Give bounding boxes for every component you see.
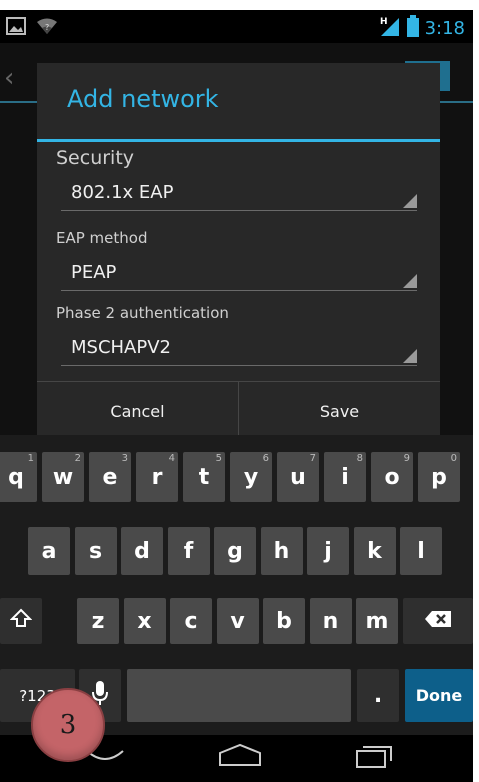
dialog-title: Add network xyxy=(67,85,219,113)
title-divider xyxy=(37,139,440,142)
signal-icon: H xyxy=(379,15,401,41)
key-n[interactable]: n xyxy=(309,598,352,644)
key-o[interactable]: o9 xyxy=(371,452,413,502)
phase2-label: Phase 2 authentication xyxy=(56,304,229,322)
key-m[interactable]: m xyxy=(356,598,398,644)
phone-screen: ? H 3:18 ‹ Add network Security 802.1x E… xyxy=(0,10,473,782)
key-w[interactable]: w2 xyxy=(42,452,84,502)
key-p[interactable]: p0 xyxy=(418,452,460,502)
home-icon[interactable] xyxy=(218,743,262,771)
key-letter: e xyxy=(102,464,118,490)
key-letter: p xyxy=(431,464,447,490)
svg-text:H: H xyxy=(380,17,388,27)
key-number-hint: 4 xyxy=(168,453,175,464)
security-spinner[interactable]: 802.1x EAP xyxy=(61,178,417,211)
key-number-hint: 3 xyxy=(121,453,128,464)
key-number-hint: 0 xyxy=(450,453,457,464)
key-e[interactable]: e3 xyxy=(89,452,131,502)
key-letter: i xyxy=(341,464,349,490)
key-u[interactable]: u7 xyxy=(277,452,319,502)
phase2-spinner[interactable]: MSCHAPV2 xyxy=(61,333,417,366)
key-number-hint: 5 xyxy=(215,453,222,464)
add-network-dialog: Add network Security 802.1x EAP EAP meth… xyxy=(37,63,440,440)
key-letter: r xyxy=(151,464,163,490)
key-letter: y xyxy=(243,464,259,490)
recent-apps-icon[interactable] xyxy=(355,743,395,773)
clock: 3:18 xyxy=(424,17,465,39)
key-t[interactable]: t5 xyxy=(183,452,225,502)
status-left-icons: ? xyxy=(6,17,58,39)
phase2-value: MSCHAPV2 xyxy=(71,337,171,358)
cancel-button[interactable]: Cancel xyxy=(37,382,239,440)
status-bar: ? H 3:18 xyxy=(0,10,473,43)
shift-icon xyxy=(9,607,33,635)
key-letter: q xyxy=(8,464,24,490)
key-letter: u xyxy=(290,464,306,490)
key-k[interactable]: k xyxy=(353,527,396,575)
key-i[interactable]: i8 xyxy=(324,452,366,502)
dropdown-triangle-icon xyxy=(403,349,417,363)
battery-icon xyxy=(406,15,419,41)
eap-method-value: PEAP xyxy=(71,262,117,283)
key-l[interactable]: l xyxy=(400,527,442,575)
dialog-button-row: Cancel Save xyxy=(37,381,440,440)
key-number-hint: 7 xyxy=(309,453,316,464)
key-number-hint: 8 xyxy=(356,453,363,464)
key-letter: o xyxy=(384,464,400,490)
key-g[interactable]: g xyxy=(214,527,256,575)
key-q[interactable]: q1 xyxy=(0,452,37,502)
svg-text:?: ? xyxy=(45,23,49,32)
security-value: 802.1x EAP xyxy=(71,182,174,203)
period-key[interactable]: . xyxy=(357,669,399,722)
key-r[interactable]: r4 xyxy=(136,452,178,502)
key-j[interactable]: j xyxy=(307,527,349,575)
backspace-key[interactable] xyxy=(403,598,473,644)
key-letter: w xyxy=(52,464,74,490)
key-y[interactable]: y6 xyxy=(230,452,272,502)
key-letter: t xyxy=(198,464,210,490)
key-d[interactable]: d xyxy=(121,527,163,575)
key-number-hint: 2 xyxy=(74,453,81,464)
space-key[interactable] xyxy=(127,669,351,722)
key-number-hint: 6 xyxy=(262,453,269,464)
key-number-hint: 9 xyxy=(403,453,410,464)
security-label: Security xyxy=(56,147,135,169)
key-number-hint: 1 xyxy=(27,453,34,464)
dropdown-triangle-icon xyxy=(403,194,417,208)
step-number-badge: 3 xyxy=(31,688,105,762)
image-icon xyxy=(6,17,26,39)
key-c[interactable]: c xyxy=(170,598,212,644)
key-a[interactable]: a xyxy=(28,527,70,575)
key-b[interactable]: b xyxy=(263,598,305,644)
key-z[interactable]: z xyxy=(77,598,119,644)
status-right-icons: H 3:18 xyxy=(379,15,465,41)
eap-method-label: EAP method xyxy=(56,229,148,247)
backspace-icon xyxy=(424,609,452,634)
key-s[interactable]: s xyxy=(74,527,117,575)
key-h[interactable]: h xyxy=(260,527,303,575)
eap-method-spinner[interactable]: PEAP xyxy=(61,258,417,291)
done-key[interactable]: Done xyxy=(405,669,473,722)
save-button[interactable]: Save xyxy=(239,382,440,440)
key-x[interactable]: x xyxy=(123,598,166,644)
key-v[interactable]: v xyxy=(216,598,259,644)
chevron-left-icon: ‹ xyxy=(4,63,15,93)
dropdown-triangle-icon xyxy=(403,274,417,288)
wifi-icon: ? xyxy=(36,17,58,39)
key-f[interactable]: f xyxy=(167,527,210,575)
shift-key[interactable] xyxy=(0,598,42,644)
